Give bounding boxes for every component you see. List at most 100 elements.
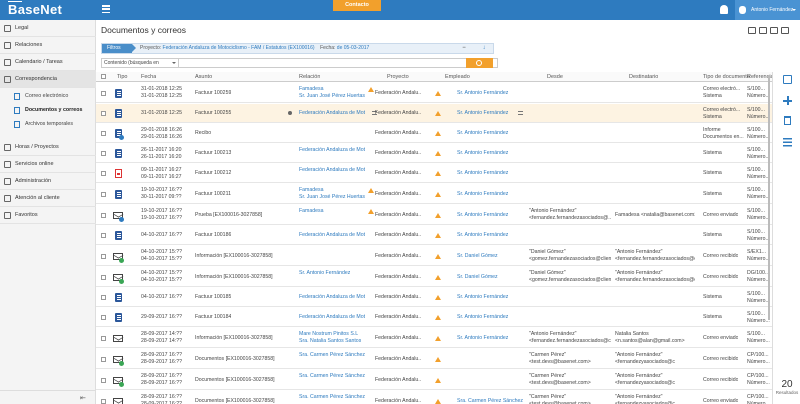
column-header[interactable]: Fecha — [141, 74, 156, 80]
sidebar-item[interactable]: Servicios online — [0, 156, 96, 173]
table-row[interactable]: 29-09-2017 16:?? Factuur 100184 Federación… — [96, 308, 776, 327]
row-checkbox[interactable] — [101, 111, 106, 116]
subject[interactable]: Factuur 100213 — [195, 150, 231, 157]
relation-link[interactable]: Sra. Carmen Pérez Sánchez — [299, 352, 365, 359]
relation-link[interactable]: Mare Nostrum Pinitos S.L — [299, 331, 358, 338]
employee-link[interactable]: Sra. Carmen Pérez Sánchez — [457, 398, 523, 404]
project[interactable]: Federación Andalu.. — [375, 398, 421, 404]
menu-toggle-icon[interactable] — [102, 5, 110, 14]
row-checkbox[interactable] — [101, 398, 106, 404]
row-checkbox[interactable] — [101, 171, 106, 176]
row-checkbox[interactable] — [101, 315, 106, 320]
row-checkbox[interactable] — [101, 295, 106, 300]
relation-link[interactable]: Sra. Carmen Pérez Sánchez — [299, 373, 365, 380]
print-icon[interactable] — [748, 27, 756, 34]
relation-link[interactable]: Sr. Antonio Fernández — [299, 270, 350, 277]
relation-link[interactable]: Federación Andaluza de Motociclis.. — [299, 314, 365, 321]
relation-link[interactable]: Federación Andaluza de Motoci — [299, 110, 365, 117]
row-checkbox[interactable] — [101, 233, 106, 238]
project[interactable]: Federación Andalu.. — [375, 90, 421, 97]
employee-link[interactable]: Sr. Antonio Fernández — [457, 150, 508, 157]
relation-link[interactable]: Federación Andaluza de Motociclis.. — [299, 147, 365, 154]
employee-link[interactable]: Sr. Antonio Fernández — [457, 212, 508, 219]
relation-link[interactable]: Famadesa — [299, 86, 324, 93]
relation-contact-link[interactable]: Sr. Juan José Pérez Huertas — [299, 93, 365, 100]
subject[interactable]: Información [EX100016-3027858] — [195, 335, 273, 342]
vertical-scrollbar[interactable] — [768, 75, 770, 320]
add-icon[interactable] — [783, 96, 792, 105]
column-header[interactable]: Tipo de documento — [703, 74, 750, 80]
employee-link[interactable]: Sr. Daniel Gómez — [457, 253, 498, 260]
sidebar-item[interactable]: Calendario / Tareas — [0, 54, 96, 71]
project[interactable]: Federación Andalu.. — [375, 150, 421, 157]
subject[interactable]: Documentos [EX100016-3027858] — [195, 398, 275, 404]
project[interactable]: Federación Andalu.. — [375, 170, 421, 177]
search-field-select[interactable]: Contenido (búsqueda en — [104, 60, 159, 67]
subject[interactable]: Factuur 100255 — [195, 110, 231, 117]
table-row[interactable]: 04-10-2017 16:?? Factuur 100185 Federación… — [96, 288, 776, 307]
search-button[interactable] — [466, 58, 493, 68]
project[interactable]: Federación Andalu.. — [375, 356, 421, 363]
relation-link[interactable]: Federación Andaluza de Motociclis.. — [299, 167, 365, 174]
employee-link[interactable]: Sr. Antonio Fernández — [457, 232, 508, 239]
table-row[interactable]: 28-09-2017 16:?? 28-09-2017 16:?? Document… — [96, 391, 776, 404]
relation-link[interactable]: Federación Andaluza de Motociclis.. — [299, 294, 365, 301]
relation-link[interactable]: Sra. Carmen Pérez Sánchez — [299, 394, 365, 401]
column-header[interactable]: Proyecto — [387, 74, 409, 80]
table-row[interactable]: 29-01-2018 16:26 29-01-2018 16:26 Recibo Fe… — [96, 124, 776, 143]
drag-handle-icon[interactable] — [518, 111, 523, 115]
column-header[interactable]: Desde — [547, 74, 563, 80]
subject[interactable]: Prueba [EX100016-3027858] — [195, 212, 262, 219]
expand-icon[interactable] — [781, 27, 789, 34]
employee-link[interactable]: Sr. Antonio Fernández — [457, 110, 508, 117]
subject[interactable]: Información [EX100016-3027858] — [195, 274, 273, 281]
project[interactable]: Federación Andalu.. — [375, 191, 421, 198]
sidebar-subitem[interactable]: Archivos temporales — [0, 118, 96, 131]
employee-link[interactable]: Sr. Antonio Fernández — [457, 191, 508, 198]
employee-link[interactable]: Sr. Antonio Fernández — [457, 294, 508, 301]
edit-icon[interactable] — [783, 75, 792, 84]
app-logo[interactable]: BaseNet — [8, 2, 62, 17]
project[interactable]: Federación Andalu.. — [375, 130, 421, 137]
row-checkbox[interactable] — [101, 151, 106, 156]
select-all-checkbox[interactable] — [101, 74, 106, 79]
table-row[interactable]: 04-10-2017 16:?? Factuur 100186 Federación… — [96, 226, 776, 245]
subject[interactable]: Recibo — [195, 130, 211, 137]
list-icon[interactable] — [783, 138, 792, 147]
row-checkbox[interactable] — [101, 274, 106, 280]
table-row[interactable]: 19-10-2017 16:?? 19-10-2017 16:?? Prueba [… — [96, 205, 776, 225]
table-row[interactable]: 04-10-2017 15:?? 04-10-2017 15:?? Informac… — [96, 267, 776, 287]
relation-contact-link[interactable]: Sr. Juan José Pérez Huertas — [299, 194, 365, 201]
table-row[interactable]: 19-10-2017 16:?? 30-11-2017 09:?? Factuur … — [96, 184, 776, 204]
sidebar-item[interactable]: Horas / Proyectos — [0, 139, 96, 156]
sidebar-item[interactable]: Legal — [0, 20, 96, 37]
column-header[interactable]: Destinatario — [629, 74, 658, 80]
subject[interactable]: Factuur 100212 — [195, 170, 231, 177]
table-row[interactable]: 28-09-2017 16:?? 28-09-2017 16:?? Document… — [96, 370, 776, 390]
user-menu[interactable]: Antonio Fernández — [735, 0, 800, 20]
employee-link[interactable]: Sr. Antonio Fernández — [457, 314, 508, 321]
row-checkbox[interactable] — [101, 90, 106, 96]
row-checkbox[interactable] — [101, 191, 106, 197]
row-checkbox[interactable] — [101, 212, 106, 218]
sidebar-item[interactable]: Administración — [0, 173, 96, 190]
subject[interactable]: Factuur 100184 — [195, 314, 231, 321]
employee-link[interactable]: Sr. Antonio Fernández — [457, 130, 508, 137]
search-icon[interactable] — [759, 27, 767, 34]
relation-link[interactable]: Famadesa — [299, 187, 324, 194]
subject[interactable]: Factuur 100211 — [195, 191, 231, 198]
settings-icon[interactable] — [770, 27, 778, 34]
project[interactable]: Federación Andalu.. — [375, 110, 421, 117]
column-header[interactable]: Relación — [299, 74, 320, 80]
table-row[interactable]: 09-11-2017 16:27 09-11-2017 16:27 Factuur … — [96, 164, 776, 183]
column-header[interactable]: Asunto — [195, 74, 212, 80]
row-checkbox[interactable] — [101, 335, 106, 341]
subject[interactable]: Factuur 100186 — [195, 232, 231, 239]
employee-link[interactable]: Sr. Antonio Fernández — [457, 90, 508, 97]
table-row[interactable]: 26-11-2017 16:20 26-11-2017 16:20 Factuur … — [96, 144, 776, 163]
sidebar-item[interactable]: Correspondencia — [0, 71, 96, 88]
employee-link[interactable]: Sr. Daniel Gómez — [457, 274, 498, 281]
delete-icon[interactable] — [784, 116, 791, 125]
project-value[interactable]: Federación Andaluza de Motociclismo - FA… — [163, 45, 315, 51]
subject[interactable]: Factuur 100259 — [195, 90, 231, 97]
